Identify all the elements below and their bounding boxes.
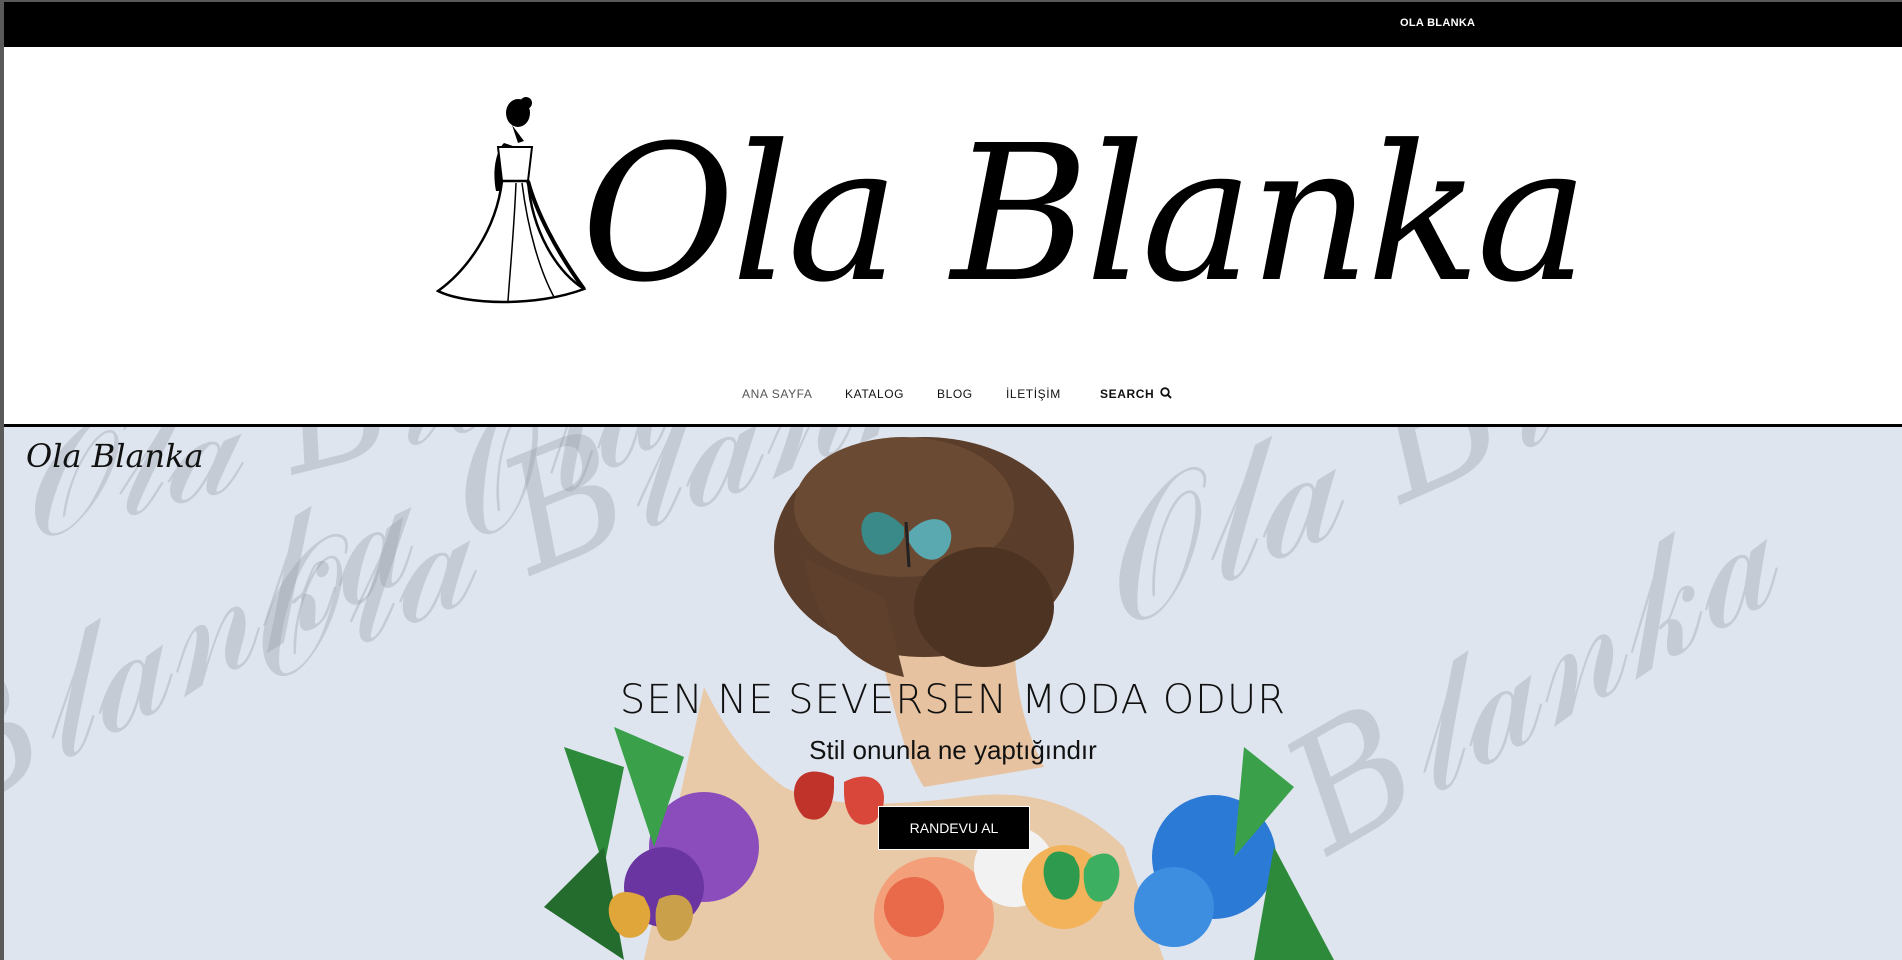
hero-subtitle: Stil onunla ne yaptığındır [809,735,1097,765]
search-icon [1160,387,1172,399]
hero-banner: 𝒪𝓁𝒶 𝐵𝓁𝒶𝓃𝓀𝒶 𝒪𝓁𝒶 𝐵𝓁𝒶𝓃𝓀𝒶 𝐵𝓁𝒶𝓃𝓀𝒶 𝒪𝓁𝒶 𝒪𝓁𝒶 𝐵𝓁𝒶… [4,427,1902,960]
hero-corner-logo: Ola Blanka [26,437,204,475]
bride-silhouette-icon [436,97,586,304]
site-header: Ola Blanka ANA SAYFA KATALOG BLOG İLETİŞ… [4,47,1902,426]
page-frame: OLA BLANKA Ola Blanka ANA SAYFA KATALOG … [4,2,1902,960]
nav-item-blog[interactable]: BLOG [937,387,973,401]
nav-item-catalog[interactable]: KATALOG [845,387,904,401]
nav-search-button[interactable]: SEARCH [1100,387,1172,401]
top-bar-brand-link[interactable]: OLA BLANKA [1400,17,1475,29]
top-bar: OLA BLANKA [4,2,1902,47]
hero-title: SEN NE SEVERSEN MODA ODUR [619,677,1287,723]
appointment-button[interactable]: RANDEVU AL [878,806,1030,850]
main-nav: ANA SAYFA KATALOG BLOG İLETİŞİM SEARCH [4,387,1902,417]
nav-search-label: SEARCH [1100,387,1155,401]
nav-item-contact[interactable]: İLETİŞİM [1006,387,1061,401]
nav-item-home[interactable]: ANA SAYFA [742,387,813,401]
logo-wordmark: Ola Blanka [581,105,1589,324]
